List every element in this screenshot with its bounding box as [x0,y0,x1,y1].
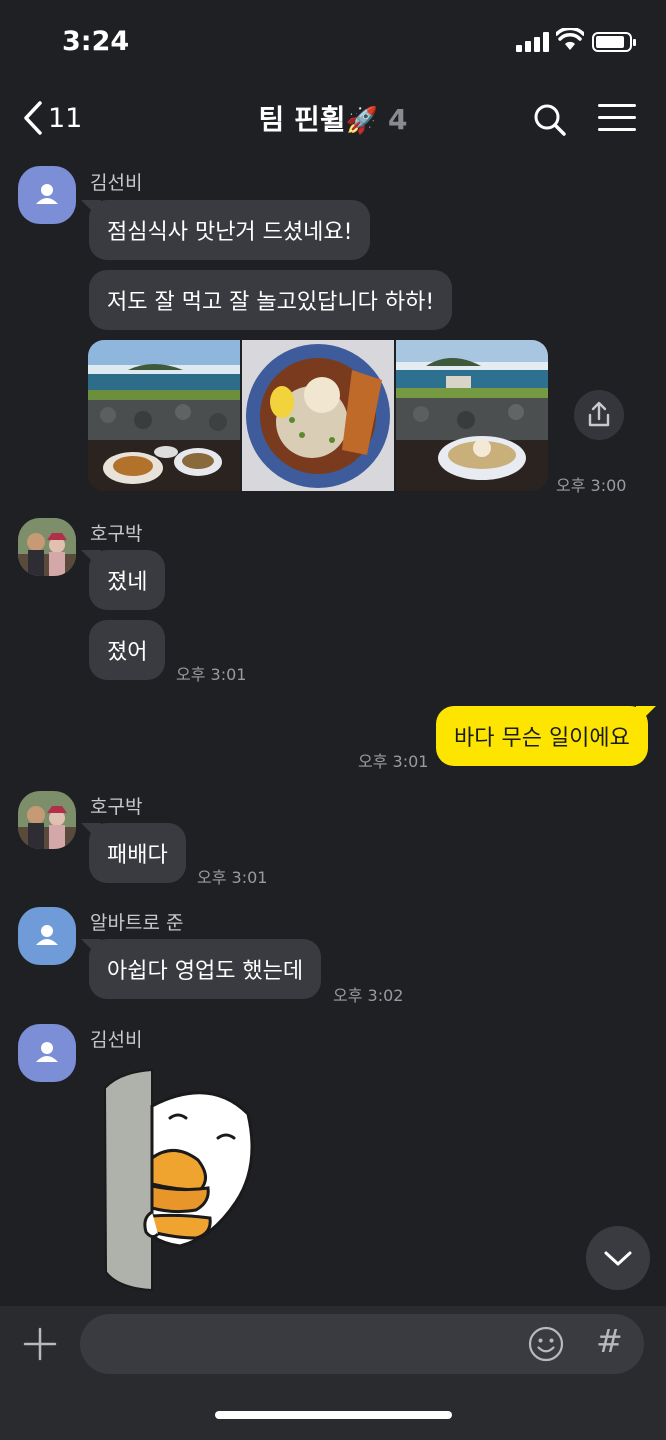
message-bubble[interactable]: 저도 잘 먹고 잘 놀고있답니다 하하! [89,270,453,330]
hashtag-button[interactable]: # [596,1322,623,1360]
message-bubble[interactable]: 점심식사 맛난거 드셨네요! [89,200,371,260]
member-count: 4 [387,103,408,136]
scroll-to-bottom-button[interactable] [586,1226,650,1290]
sender-name: 김선비 [90,172,143,194]
message-time: 오후 3:00 [556,476,627,495]
sender-name: 김선비 [90,1029,143,1051]
message-bubble[interactable]: 아쉽다 영업도 했는데 [89,939,322,999]
room-name: 팀 핀휠 [258,103,346,136]
message-bubble[interactable]: 패배다 [89,823,186,883]
status-time: 3:24 [62,26,130,57]
message-time: 오후 3:02 [333,986,404,1005]
sender-name: 호구박 [90,796,143,818]
photo-image [242,340,394,491]
rocket-emoji: 🚀 [345,106,378,136]
sender-name: 호구박 [90,523,143,545]
photo-sea-lunch[interactable] [88,340,240,491]
avatar[interactable] [18,1024,76,1082]
profile-photo [18,791,76,849]
peeking-duck-sticker[interactable] [100,1066,260,1294]
signal-icon [516,32,550,52]
user-icon [36,184,58,204]
message-input-bar: # [0,1306,666,1440]
my-message-bubble[interactable]: 바다 무슨 일이에요 [436,706,648,766]
share-icon [588,401,610,427]
photo-fried-dish[interactable] [242,340,394,491]
share-button[interactable] [574,390,624,440]
avatar[interactable] [18,518,76,576]
message-bubble[interactable]: 졌어 [89,620,166,680]
profile-photo [18,518,76,576]
photo-image [88,340,240,491]
search-button[interactable] [530,100,570,140]
battery-icon [592,32,636,52]
menu-button[interactable] [598,104,636,134]
message-time: 오후 3:01 [358,752,429,771]
emoji-button[interactable] [528,1326,564,1362]
wifi-icon [556,28,584,50]
avatar[interactable] [18,791,76,849]
sender-name: 알바트로 준 [90,912,184,934]
photo-sea-bowl[interactable] [396,340,548,491]
plus-button[interactable] [22,1326,58,1362]
user-icon [36,925,58,945]
avatar[interactable] [18,166,76,224]
home-indicator [215,1411,452,1419]
chevron-down-icon [604,1251,632,1266]
message-time: 오후 3:01 [176,665,247,684]
status-bar: 3:24 [0,0,666,86]
message-time: 오후 3:01 [197,868,268,887]
user-icon [36,1042,58,1062]
chat-header: 11 팀 핀휠🚀 4 [0,86,666,152]
message-bubble[interactable]: 졌네 [89,550,166,610]
photo-image [396,340,548,491]
avatar[interactable] [18,907,76,965]
